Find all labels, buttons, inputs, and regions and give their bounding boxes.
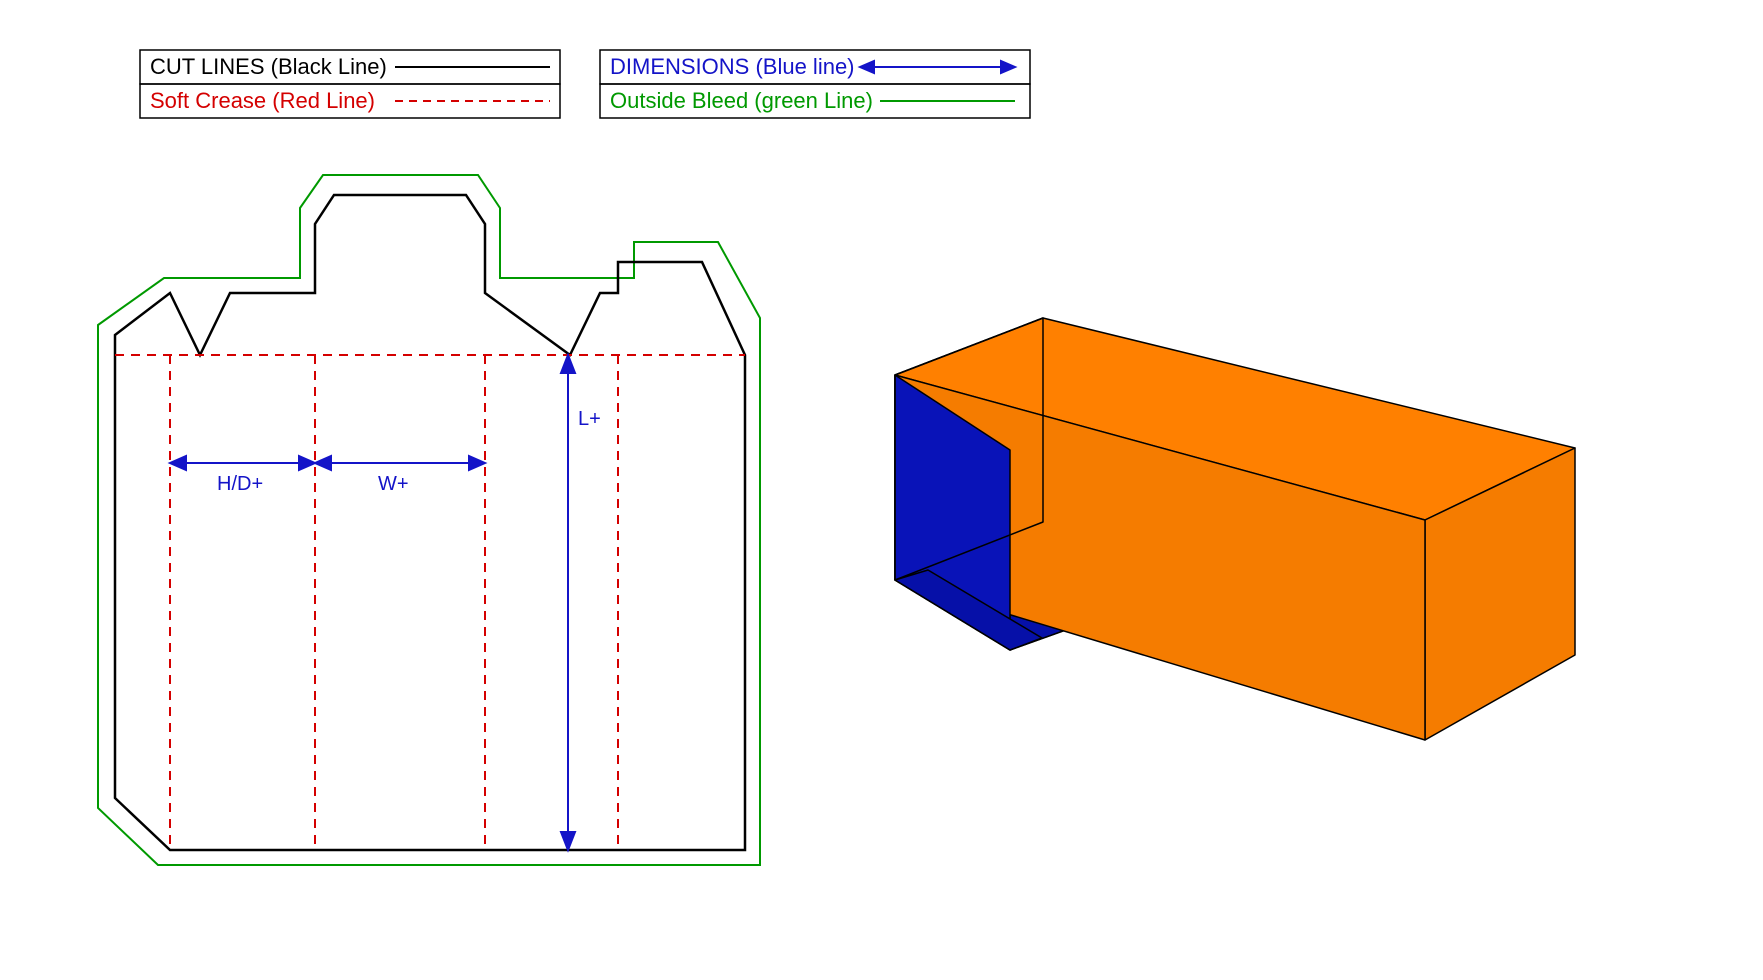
dim-label-l: L+ (578, 408, 601, 430)
legend-label-bleed: Outside Bleed (green Line) (610, 88, 873, 113)
legend-swatch-dim (860, 61, 1015, 73)
legend-label-cut: CUT LINES (Black Line) (150, 54, 387, 79)
dieline: H/D+ W+ L+ (98, 175, 760, 865)
crease-lines (115, 355, 745, 850)
dim-label-hd: H/D+ (217, 473, 263, 495)
dieline-figure: CUT LINES (Black Line) Soft Crease (Red … (0, 0, 1763, 980)
dimension-arrows (170, 355, 575, 850)
dim-label-w: W+ (378, 473, 409, 495)
legend: CUT LINES (Black Line) Soft Crease (Red … (140, 50, 1030, 118)
cut-outline (115, 195, 745, 850)
bleed-outline (98, 175, 760, 865)
legend-label-dim: DIMENSIONS (Blue line) (610, 54, 855, 79)
legend-label-crease: Soft Crease (Red Line) (150, 88, 375, 113)
box-3d (895, 318, 1575, 740)
